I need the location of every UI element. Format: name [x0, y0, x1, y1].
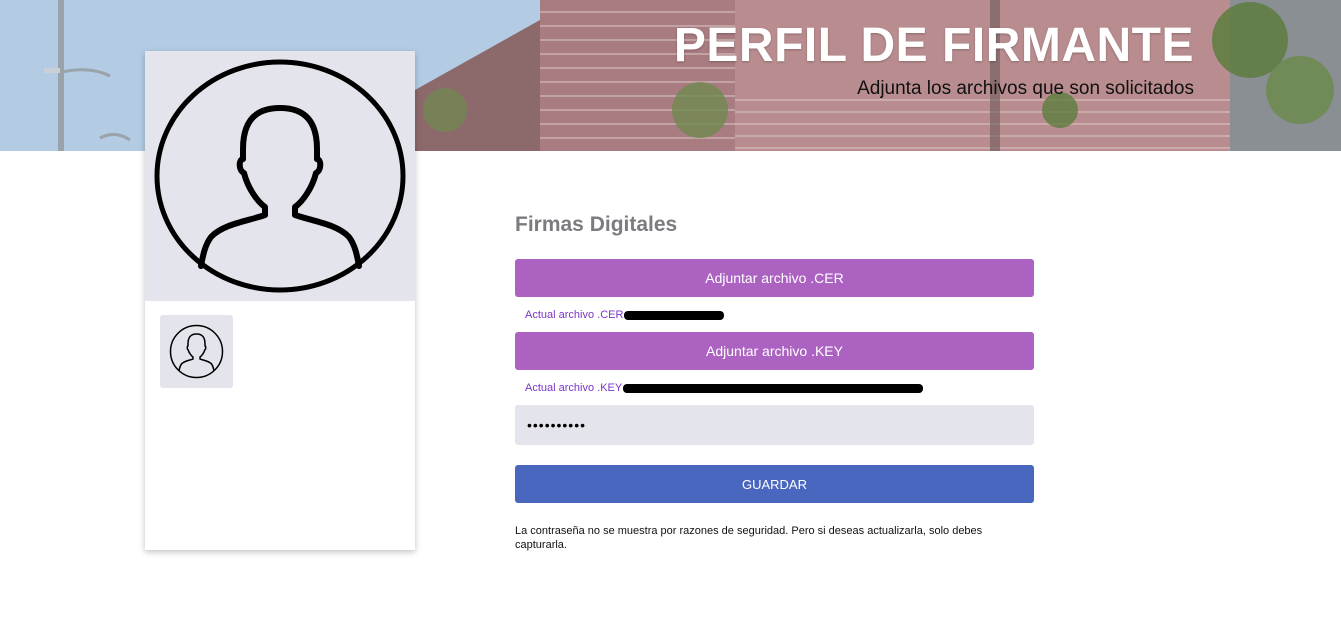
- attach-cer-button[interactable]: Adjuntar archivo .CER: [515, 259, 1034, 297]
- save-button[interactable]: GUARDAR: [515, 465, 1034, 503]
- user-avatar-icon: [169, 324, 224, 379]
- profile-card: [145, 51, 415, 550]
- redacted-cer-filename: [624, 310, 725, 320]
- current-cer-label: Actual archivo .CER: [525, 309, 624, 321]
- avatar-thumbnail[interactable]: [160, 315, 233, 388]
- current-key-file: Actual archivo .KEY: [525, 382, 924, 394]
- page-subtitle: Adjunta los archivos que son solicitados: [857, 78, 1194, 99]
- redacted-key-filename: [623, 383, 924, 393]
- current-key-label: Actual archivo .KEY: [525, 382, 623, 394]
- password-note: La contraseña no se muestra por razones …: [515, 525, 983, 551]
- page: PERFIL DE FIRMANTE Adjunta los archivos …: [0, 0, 1341, 623]
- current-cer-file: Actual archivo .CER: [525, 309, 725, 321]
- digital-signatures-form: Firmas Digitales Adjuntar archivo .CER A…: [515, 210, 1034, 551]
- page-title: PERFIL DE FIRMANTE: [673, 19, 1194, 72]
- attach-key-button[interactable]: Adjuntar archivo .KEY: [515, 332, 1034, 370]
- user-avatar-icon: [154, 59, 406, 293]
- section-title: Firmas Digitales: [515, 213, 678, 236]
- password-field[interactable]: [515, 405, 1034, 445]
- avatar: [145, 51, 415, 301]
